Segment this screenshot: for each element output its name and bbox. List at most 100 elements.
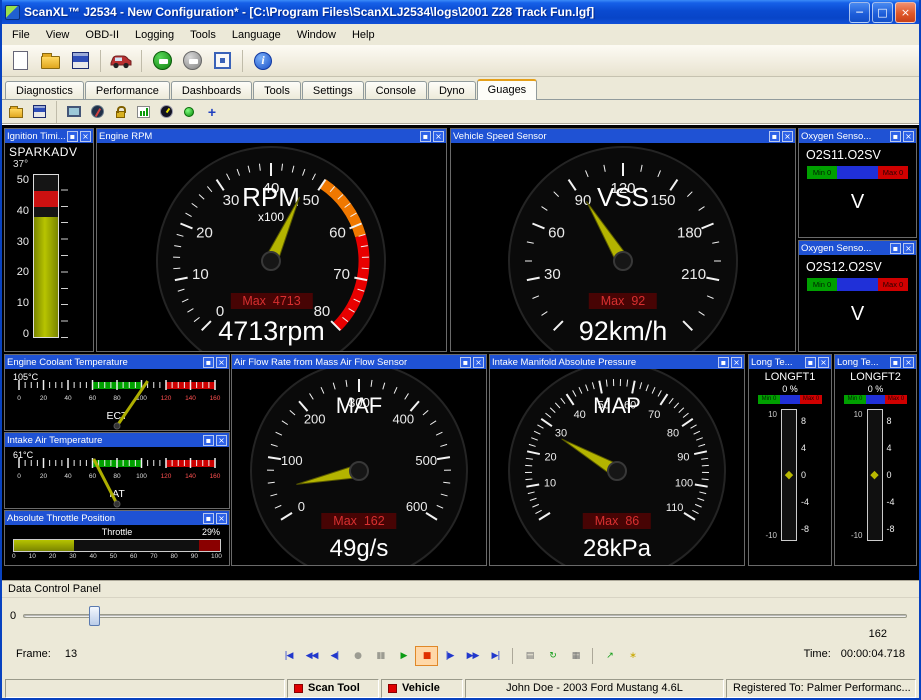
save-config-button[interactable] [66, 47, 94, 74]
live-data-button[interactable]: ∗ [621, 646, 644, 666]
menu-file[interactable]: File [4, 26, 38, 44]
panel-minimize-button[interactable]: ▪ [67, 130, 78, 142]
panel-minimize-button[interactable]: ▪ [420, 130, 431, 142]
panel-close-button[interactable]: × [903, 356, 914, 368]
svg-text:80: 80 [667, 427, 679, 439]
unit-label: V [850, 191, 865, 213]
slider-max-label: 162 [868, 628, 887, 640]
panel-close-button[interactable]: × [80, 130, 91, 142]
menu-obd2[interactable]: OBD-II [77, 26, 127, 44]
stop-button[interactable]: ■ [415, 646, 438, 666]
panel-close-button[interactable]: × [818, 356, 829, 368]
pause-button[interactable]: ▮▮ [369, 646, 392, 666]
save-log-button[interactable]: ▦ [564, 646, 587, 666]
panel-close-button[interactable]: × [216, 356, 227, 368]
slider-thumb[interactable] [88, 606, 100, 626]
disconnect-button[interactable] [178, 47, 206, 74]
menu-logging[interactable]: Logging [127, 26, 182, 44]
tab-guages[interactable]: Guages [476, 79, 538, 100]
step-forward-button[interactable]: |▶ [438, 646, 461, 666]
trim-needle-icon: ◆ [784, 467, 794, 481]
panel-minimize-button[interactable]: ▪ [203, 356, 214, 368]
data-control-panel-title: Data Control Panel [2, 581, 919, 598]
fast-rewind-button[interactable]: ◀◀ [300, 646, 323, 666]
scale-labels-left: 10 -10 [764, 409, 777, 541]
panel-titlebar: Ignition Timi... ▪ × [5, 129, 93, 143]
tab-strip: Diagnostics Performance Dashboards Tools… [2, 77, 919, 100]
svg-text:60: 60 [329, 224, 346, 241]
close-button[interactable]: × [895, 1, 916, 23]
panel-minimize-button[interactable]: ▪ [769, 130, 780, 142]
add-gauge-button[interactable] [156, 102, 176, 122]
svg-text:70: 70 [648, 409, 660, 421]
record-button[interactable]: ● [346, 646, 369, 666]
svg-text:x100: x100 [258, 210, 284, 224]
play-button[interactable]: ▶ [392, 646, 415, 666]
open-dashboard-button[interactable] [6, 102, 26, 122]
lock-layout-button[interactable] [110, 102, 130, 122]
panel-minimize-button[interactable]: ▪ [203, 434, 214, 446]
max-indicator: Max 0 [878, 166, 908, 179]
compass-gauge-button[interactable] [87, 102, 107, 122]
add-led-button[interactable] [179, 102, 199, 122]
panel-close-button[interactable]: × [782, 130, 793, 142]
disconnect-icon [182, 51, 202, 70]
position-slider[interactable] [23, 605, 907, 627]
save-dashboard-button[interactable] [29, 102, 49, 122]
step-back-button[interactable]: ◀| [323, 646, 346, 666]
scan-button[interactable] [208, 47, 236, 74]
tab-dyno[interactable]: Dyno [427, 81, 476, 99]
panel-minimize-button[interactable]: ▪ [805, 356, 816, 368]
jump-to-start-button[interactable]: |◀ [277, 646, 300, 666]
connect-button[interactable] [148, 47, 176, 74]
panel-minimize-button[interactable]: ▪ [203, 512, 214, 524]
panel-minimize-button[interactable]: ▪ [890, 242, 901, 254]
vertical-trim-gauge: 10 -10 ◆ 8 4 0 -4 -8 [749, 409, 831, 541]
panel-title: Engine RPM [99, 130, 153, 142]
open-config-button[interactable] [36, 47, 64, 74]
panel-titlebar: Long Te... ▪ × [749, 355, 831, 369]
maximize-button[interactable]: □ [872, 1, 893, 23]
gauge-icon [159, 105, 173, 118]
jump-to-end-button[interactable]: ▶| [484, 646, 507, 666]
tab-diagnostics[interactable]: Diagnostics [5, 81, 84, 99]
new-log-button[interactable]: ▤ [518, 646, 541, 666]
tab-performance[interactable]: Performance [84, 81, 170, 99]
tab-tools[interactable]: Tools [253, 81, 301, 99]
panel-minimize-button[interactable]: ▪ [890, 130, 901, 142]
new-config-button[interactable] [6, 47, 34, 74]
fullscreen-button[interactable] [64, 102, 84, 122]
tab-dashboards[interactable]: Dashboards [170, 81, 253, 99]
svg-text:61°C: 61°C [13, 450, 34, 460]
menu-view[interactable]: View [38, 26, 78, 44]
loop-playback-button[interactable]: ↻ [541, 646, 564, 666]
vehicle-manager-button[interactable] [107, 47, 135, 74]
svg-text:180: 180 [677, 224, 702, 241]
tab-console[interactable]: Console [364, 81, 427, 99]
fast-forward-button[interactable]: ▶▶ [461, 646, 484, 666]
panel-close-button[interactable]: × [731, 356, 742, 368]
panel-minimize-button[interactable]: ▪ [890, 356, 901, 368]
panel-minimize-button[interactable]: ▪ [460, 356, 471, 368]
panel-close-button[interactable]: × [473, 356, 484, 368]
car-icon [110, 55, 132, 68]
panel-minimize-button[interactable]: ▪ [718, 356, 729, 368]
svg-text:60: 60 [89, 473, 97, 480]
panel-close-button[interactable]: × [433, 130, 444, 142]
panel-title: Oxygen Senso... [801, 242, 872, 254]
add-item-button[interactable]: + [202, 102, 222, 122]
svg-text:100: 100 [281, 453, 303, 468]
about-button[interactable]: i [249, 47, 277, 74]
menu-language[interactable]: Language [224, 26, 289, 44]
panel-close-button[interactable]: × [216, 434, 227, 446]
export-data-button[interactable]: ↗ [598, 646, 621, 666]
panel-close-button[interactable]: × [216, 512, 227, 524]
panel-close-button[interactable]: × [903, 130, 914, 142]
menu-help[interactable]: Help [344, 26, 383, 44]
minimize-button[interactable]: ─ [849, 1, 870, 23]
panel-close-button[interactable]: × [903, 242, 914, 254]
menu-window[interactable]: Window [289, 26, 344, 44]
add-graph-button[interactable] [133, 102, 153, 122]
tab-settings[interactable]: Settings [301, 81, 364, 99]
menu-tools[interactable]: Tools [182, 26, 224, 44]
